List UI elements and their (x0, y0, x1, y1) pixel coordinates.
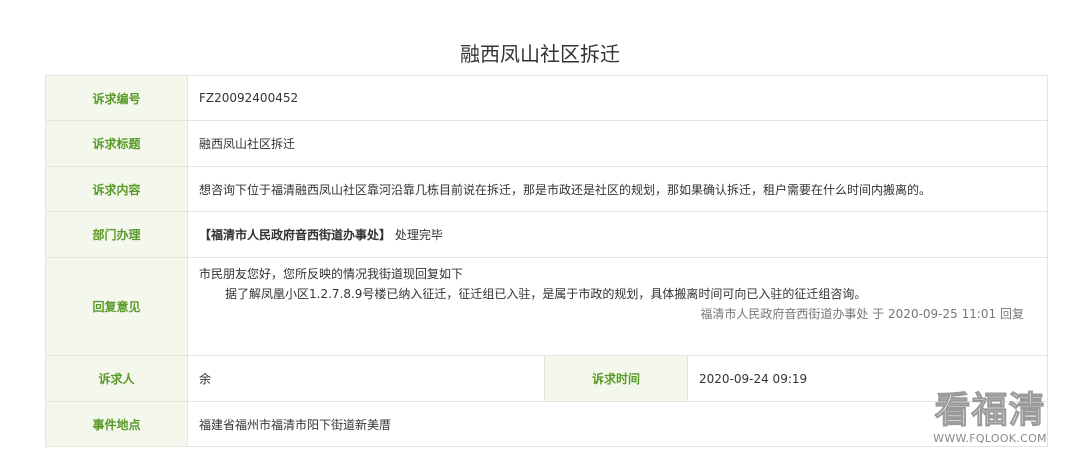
case-content-value: 想咨询下位于福清融西凤山社区靠河沿靠几栋目前说在拆迁，那是市政还是社区的规划，那… (187, 166, 1048, 212)
reply-label: 回复意见 (45, 257, 188, 356)
department-status: 处理完毕 (394, 228, 443, 242)
case-title-label: 诉求标题 (45, 120, 188, 167)
department-value: 【福清市人民政府音西街道办事处】 处理完毕 (187, 211, 1048, 258)
row-reply: 回复意见 市民朋友您好，您所反映的情况我街道现回复如下 据了解凤凰小区1.2.7… (45, 257, 1048, 356)
row-case-title: 诉求标题 融西凤山社区拆迁 (45, 120, 1048, 167)
row-petitioner-time: 诉求人 余 诉求时间 2020-09-24 09:19 (45, 355, 1048, 402)
case-no-value: FZ20092400452 (187, 75, 1048, 121)
petitioner-label: 诉求人 (45, 355, 188, 402)
location-value: 福建省福州市福清市阳下街道新美厝 (187, 401, 1048, 447)
department-label: 部门办理 (45, 211, 188, 258)
row-department: 部门办理 【福清市人民政府音西街道办事处】 处理完毕 (45, 211, 1048, 258)
reply-signature: 福清市人民政府音西街道办事处 于 2020-09-25 11:01 回复 (700, 307, 1024, 321)
row-case-no: 诉求编号 FZ20092400452 (45, 75, 1048, 121)
case-title-value: 融西凤山社区拆迁 (187, 120, 1048, 167)
case-content-label: 诉求内容 (45, 166, 188, 212)
reply-body: 据了解凤凰小区1.2.7.8.9号楼已纳入征迁，征迁组已入驻，是属于市政的规划，… (225, 287, 867, 301)
reply-greeting: 市民朋友您好，您所反映的情况我街道现回复如下 (199, 267, 464, 281)
row-location: 事件地点 福建省福州市福清市阳下街道新美厝 (45, 401, 1048, 447)
petition-time-label: 诉求时间 (544, 355, 688, 402)
petitioner-value: 余 (187, 355, 545, 402)
row-case-content: 诉求内容 想咨询下位于福清融西凤山社区靠河沿靠几栋目前说在拆迁，那是市政还是社区… (45, 166, 1048, 212)
location-label: 事件地点 (45, 401, 188, 447)
petition-time-value: 2020-09-24 09:19 (687, 355, 1048, 402)
department-name: 【福清市人民政府音西街道办事处】 (199, 228, 392, 242)
case-no-label: 诉求编号 (45, 75, 188, 121)
reply-value: 市民朋友您好，您所反映的情况我街道现回复如下 据了解凤凰小区1.2.7.8.9号… (187, 257, 1048, 356)
page-title: 融西凤山社区拆迁 (460, 42, 620, 66)
complaint-detail-table: 诉求编号 FZ20092400452 诉求标题 融西凤山社区拆迁 诉求内容 想咨… (45, 75, 1048, 447)
